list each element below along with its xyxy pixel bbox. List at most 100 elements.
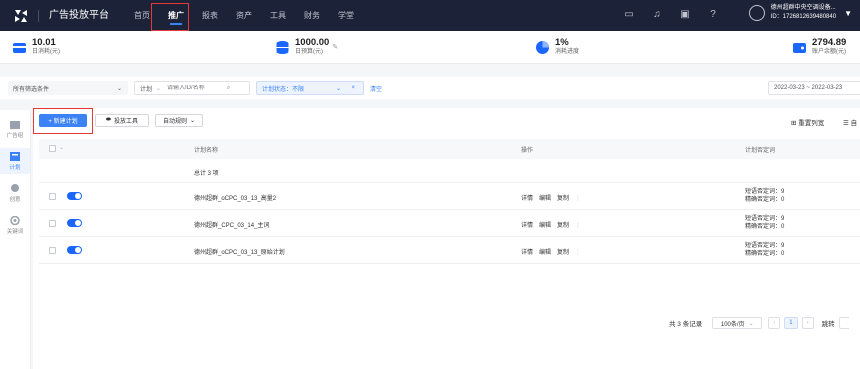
filter-bar: 所有筛选条件⌄ 计划⌄ ⌕ 计划状态：不限⌄× 清空 2022-03-23 ~ … xyxy=(0,77,860,99)
all-filters-select[interactable]: 所有筛选条件 ⌄ xyxy=(8,81,128,95)
detail-link[interactable]: 详情 xyxy=(521,223,533,229)
custom-columns-button[interactable]: ☰ 自 xyxy=(843,117,857,127)
goto-input[interactable] xyxy=(838,317,849,329)
copy-link[interactable]: 复制 xyxy=(557,223,569,229)
total-records: 共 3 条记录 xyxy=(669,321,703,328)
auto-rule-button[interactable]: 自动规则 ⌄ xyxy=(155,114,203,127)
row-checkbox[interactable] xyxy=(49,247,56,254)
list-icon: ☰ xyxy=(843,120,849,127)
edit-link[interactable]: 编辑 xyxy=(539,223,551,229)
edit-icon[interactable]: ✎ xyxy=(332,43,338,51)
negative-words: 短语否定词：9 精确否定词：0 xyxy=(745,189,785,203)
logo-icon[interactable] xyxy=(12,7,30,25)
negative-words: 短语否定词：9 精确否定词：0 xyxy=(745,243,785,257)
top-bar: 广告投放平台 首页 推广 报表 资产 工具 财务 学堂 ▭ ♫ ▣ ? 德州超群… xyxy=(0,0,860,31)
clear-link[interactable]: 清空 xyxy=(370,84,382,93)
reset-columns-button[interactable]: ⊞ 重置列宽 xyxy=(791,117,824,127)
gamepad-icon: ⬬ xyxy=(105,117,112,123)
nav-reports[interactable]: 报表 xyxy=(193,0,227,31)
avatar[interactable] xyxy=(748,5,765,21)
page-size-select[interactable]: 100条/页 ⌄ xyxy=(712,317,763,329)
sidebar: 广告组 计划 创意 关键词 xyxy=(0,110,31,369)
goto-label: 跳转 xyxy=(821,321,835,328)
edit-link[interactable]: 编辑 xyxy=(539,196,551,202)
status-toggle[interactable] xyxy=(67,192,82,200)
sidebar-item-keyword[interactable]: 关键词 xyxy=(0,212,30,238)
highlight-nav xyxy=(151,3,189,31)
plan-icon xyxy=(10,151,20,161)
user-menu[interactable]: 德州超群中央空调设备... ID：1726812639480840 ▼ xyxy=(748,4,852,22)
sidebar-item-creative[interactable]: 创意 xyxy=(0,180,30,206)
copy-link[interactable]: 复制 xyxy=(557,196,569,202)
plan-name[interactable]: 德州超群_oCPC_03_13_原始计划 xyxy=(194,247,285,256)
close-icon[interactable]: × xyxy=(351,85,355,91)
nav-tools[interactable]: 工具 xyxy=(261,0,295,31)
copy-link[interactable]: 复制 xyxy=(557,250,569,256)
search-group[interactable]: 计划⌄ ⌕ xyxy=(134,81,250,95)
brand-title: 广告投放平台 xyxy=(38,9,109,22)
table-header: ⌄ 计划名称 操作 计划否定词 xyxy=(39,139,860,159)
table-row[interactable]: 德州超群_CPC_03_14_主词 详情 编辑 复制 ⋮ 短语否定词：9 精确否定词：0 xyxy=(39,210,860,237)
status-tag[interactable]: 计划状态：不限 ⌄ × xyxy=(256,81,364,95)
help-icon[interactable]: ? xyxy=(706,8,720,22)
search-icon[interactable]: ⌕ xyxy=(227,85,230,92)
more-icon[interactable]: ⋮ xyxy=(575,196,581,202)
stat-daily-budget: 1000.00 日预算(元) ✎ xyxy=(275,38,338,56)
status-toggle[interactable] xyxy=(67,246,82,254)
wallet-icon xyxy=(13,42,26,53)
prev-page-button[interactable]: ‹ xyxy=(768,317,781,329)
row-ops: 详情 编辑 复制 ⋮ xyxy=(521,220,581,229)
chevron-down-icon[interactable]: ⌄ xyxy=(59,144,64,151)
table-icon: ⊞ xyxy=(791,120,797,127)
col-operations: 操作 xyxy=(521,148,534,154)
card-icon xyxy=(793,42,806,53)
plan-name[interactable]: 德州超群_oCPC_03_13_高量2 xyxy=(194,193,276,202)
edit-link[interactable]: 编辑 xyxy=(539,250,551,256)
row-ops: 详情 编辑 复制 ⋮ xyxy=(521,193,581,202)
highlight-new-plan xyxy=(33,108,93,134)
row-ops: 详情 编辑 复制 ⋮ xyxy=(521,247,581,256)
col-negative-words: 计划否定词 xyxy=(745,148,776,154)
total-row: 总计 3 项 xyxy=(39,159,860,183)
col-plan-name: 计划名称 xyxy=(194,148,219,154)
sidebar-item-adgroup[interactable]: 广告组 xyxy=(0,116,30,142)
select-all-checkbox[interactable] xyxy=(49,145,56,152)
folder-icon xyxy=(10,120,20,129)
status-toggle[interactable] xyxy=(67,219,82,227)
search-input[interactable] xyxy=(167,85,228,91)
more-icon[interactable]: ⋮ xyxy=(575,223,581,229)
detail-link[interactable]: 详情 xyxy=(521,196,533,202)
nav-finance[interactable]: 财务 xyxy=(295,0,329,31)
bell-icon[interactable]: ♫ xyxy=(650,8,664,22)
plan-name[interactable]: 德州超群_CPC_03_14_主词 xyxy=(194,220,269,229)
message-icon[interactable]: ▭ xyxy=(622,8,636,22)
main-panel: + 新建计划 ⬬ 投放工具 自动规则 ⌄ ⊞ 重置列宽 ☰ 自 ⌄ 计划名称 操作 … xyxy=(33,108,860,369)
document-icon[interactable]: ▣ xyxy=(678,8,692,22)
chevron-down-icon: ⌄ xyxy=(189,118,196,124)
nav-assets[interactable]: 资产 xyxy=(227,0,261,31)
delivery-tool-button[interactable]: ⬬ 投放工具 xyxy=(95,114,149,127)
bulb-icon xyxy=(11,183,19,192)
more-icon[interactable]: ⋮ xyxy=(575,250,581,256)
table-row[interactable]: 德州超群_oCPC_03_13_高量2 详情 编辑 复制 ⋮ 短语否定词：9 精确否定词… xyxy=(39,183,860,210)
page-1-button[interactable]: 1 xyxy=(784,317,798,329)
row-checkbox[interactable] xyxy=(49,220,56,227)
detail-link[interactable]: 详情 xyxy=(521,250,533,256)
negative-words: 短语否定词：9 精确否定词：0 xyxy=(745,216,785,230)
nav-academy[interactable]: 学堂 xyxy=(329,0,363,31)
pagination: 共 3 条记录 100条/页 ⌄ ‹ 1 › 跳转 xyxy=(669,317,849,329)
row-checkbox[interactable] xyxy=(49,193,56,200)
database-icon xyxy=(276,40,289,54)
sidebar-item-plan[interactable]: 计划 xyxy=(0,148,30,174)
total-count: 总计 3 项 xyxy=(194,171,219,177)
user-name: 德州超群中央空调设备... xyxy=(770,5,836,11)
table-row[interactable]: 德州超群_oCPC_03_13_原始计划 详情 编辑 复制 ⋮ 短语否定词：9 精确否定… xyxy=(39,237,860,264)
pie-icon xyxy=(536,40,549,54)
stat-balance: 2794.89 账户余额(元) xyxy=(792,38,846,56)
chevron-down-icon[interactable]: ▼ xyxy=(844,9,852,18)
stats-bar: 10.01 日消耗(元) 1000.00 日预算(元) ✎ 1% 消耗进度 2794.… xyxy=(0,31,860,64)
user-id: ID：1726812639480840 xyxy=(770,14,837,20)
date-range-picker[interactable]: 2022-03-23 ~ 2022-03-23 xyxy=(768,81,860,95)
stat-progress: 1% 消耗进度 xyxy=(535,38,579,56)
next-page-button[interactable]: › xyxy=(801,317,814,329)
